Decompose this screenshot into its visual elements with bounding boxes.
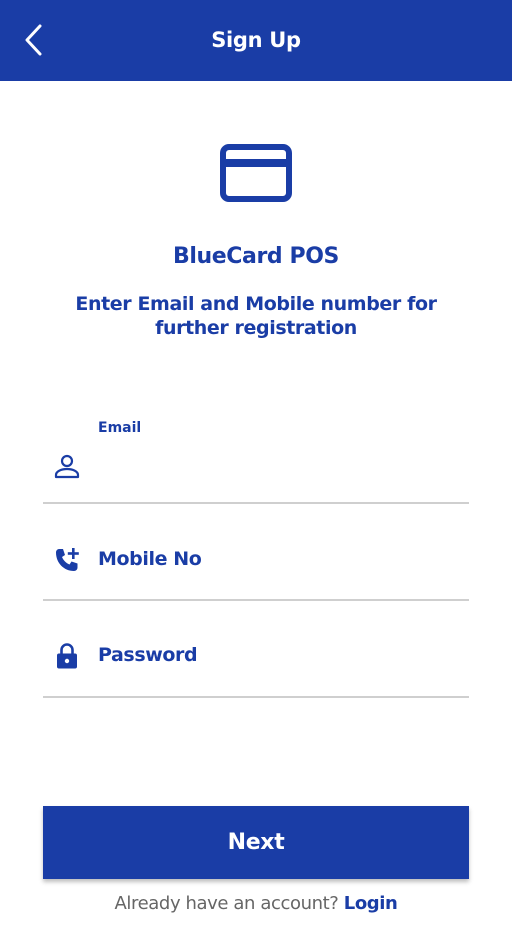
mobile-label: Mobile No (98, 548, 202, 570)
mobile-field[interactable]: Mobile No (43, 536, 469, 601)
email-field[interactable]: Email (43, 416, 469, 504)
email-label: Email (98, 420, 142, 436)
app-bar: Sign Up (0, 0, 512, 81)
password-underline (43, 696, 469, 698)
credit-card-icon (220, 144, 292, 202)
person-icon (54, 454, 80, 479)
login-row: Already have an account? Login (0, 893, 512, 914)
mobile-underline (43, 599, 469, 601)
next-button[interactable]: Next (43, 806, 469, 879)
page-title: Sign Up (211, 28, 301, 52)
login-prompt: Already have an account? (114, 893, 339, 914)
login-link[interactable]: Login (344, 893, 398, 914)
subtitle: Enter Email and Mobile number for furthe… (75, 293, 437, 339)
email-input[interactable] (98, 452, 462, 484)
email-underline (43, 502, 469, 504)
password-label: Password (98, 644, 198, 666)
password-field[interactable]: Password (43, 632, 469, 698)
lock-icon (57, 643, 77, 669)
phone-add-icon (56, 548, 79, 571)
app-name: BlueCard POS (172, 244, 339, 269)
